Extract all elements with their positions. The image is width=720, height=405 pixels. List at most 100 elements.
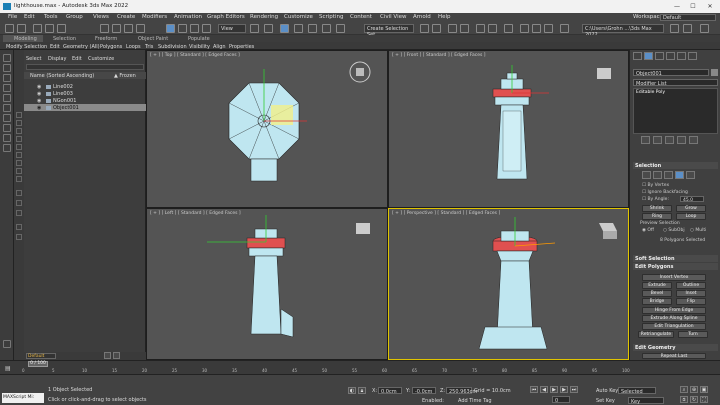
auto-key-button[interactable]: Auto Key xyxy=(596,388,618,394)
pivot-center-icon[interactable] xyxy=(250,24,259,33)
outline-button[interactable]: Outline xyxy=(676,282,706,289)
link-icon[interactable] xyxy=(33,24,42,33)
ribbon-align[interactable]: Align xyxy=(213,44,226,50)
filter-cameras-icon[interactable] xyxy=(16,136,22,142)
layer-add-icon[interactable] xyxy=(104,352,111,359)
by-angle-value[interactable]: 45.0 xyxy=(680,196,704,203)
filter-bones-icon[interactable] xyxy=(16,176,22,182)
filter-shapes-icon[interactable] xyxy=(16,120,22,126)
selection-set-dropdown[interactable]: Create Selection Set xyxy=(364,24,414,38)
filter-xrefs-icon[interactable] xyxy=(16,168,22,174)
go-to-start-icon[interactable]: ⏮ xyxy=(530,386,538,393)
scene-row-selected[interactable]: ◉ Object001 xyxy=(24,104,146,111)
place-icon[interactable] xyxy=(202,24,211,33)
ribbon-polygons[interactable]: Polygons xyxy=(100,44,122,50)
scene-row[interactable]: ◉ Line003 xyxy=(24,90,146,97)
create-helper-icon[interactable] xyxy=(3,124,11,132)
visibility-eye-icon[interactable]: ◉ xyxy=(37,84,43,90)
find-icon[interactable] xyxy=(16,234,22,240)
mirror-icon[interactable] xyxy=(420,24,429,33)
menu-civil-view[interactable]: Civil View xyxy=(380,14,406,20)
make-unique-icon[interactable] xyxy=(665,136,674,144)
orbit-icon[interactable]: ↻ xyxy=(690,396,698,403)
edit-named-selection-icon[interactable] xyxy=(336,24,345,33)
repeat-last-button[interactable]: Repeat Last xyxy=(642,353,706,359)
set-project-icon[interactable] xyxy=(683,24,692,33)
maxscript-listener[interactable]: MAXScript Mi: xyxy=(2,393,44,403)
pin-stack-icon[interactable] xyxy=(641,136,650,144)
create-cylinder-icon[interactable] xyxy=(3,74,11,82)
layer-explorer-icon[interactable] xyxy=(113,352,120,359)
create-box-icon[interactable] xyxy=(3,54,11,62)
reference-coordinate-dropdown[interactable]: View xyxy=(218,24,246,33)
maximize-viewport-icon[interactable]: ⛶ xyxy=(700,396,708,403)
ignore-backfacing-checkbox[interactable]: ☐ Ignore Backfacing xyxy=(642,190,688,195)
project-folder-icon[interactable] xyxy=(670,24,679,33)
ribbon-edit[interactable]: Edit xyxy=(50,44,60,50)
bind-space-warp-icon[interactable] xyxy=(57,24,66,33)
create-tab-icon[interactable] xyxy=(633,52,642,60)
percent-snap-icon[interactable] xyxy=(308,24,317,33)
object-name-field[interactable]: Object001 xyxy=(633,69,709,77)
selection-lock-icon[interactable]: 🔒︎ xyxy=(358,387,366,394)
object-color-swatch[interactable] xyxy=(711,69,718,76)
timeline[interactable]: 0 5 10 15 20 25 30 35 40 45 50 55 60 65 70 75 80 85 90 95 10… xyxy=(0,360,720,374)
menu-help[interactable]: Help xyxy=(438,14,451,20)
select-object-icon[interactable] xyxy=(100,24,109,33)
play-icon[interactable]: ▶ xyxy=(550,386,558,393)
extrude-along-spline-button[interactable]: Extrude Along Spline xyxy=(642,315,706,322)
utilities-tab-icon[interactable] xyxy=(688,52,697,60)
configure-sets-icon[interactable] xyxy=(689,136,698,144)
menu-content[interactable]: Content xyxy=(350,14,372,20)
flip-button[interactable]: Flip xyxy=(676,298,706,305)
align-icon[interactable] xyxy=(432,24,441,33)
bevel-button[interactable]: Bevel xyxy=(642,290,672,297)
ribbon-properties[interactable]: Properties xyxy=(229,44,254,50)
modifier-list-dropdown[interactable]: Modifier List xyxy=(633,79,718,87)
visibility-eye-icon[interactable]: ◉ xyxy=(37,91,43,97)
create-plane-icon[interactable] xyxy=(3,84,11,92)
time-tag-enabled[interactable]: Enabled: xyxy=(422,398,444,404)
remove-modifier-icon[interactable] xyxy=(677,136,686,144)
menu-tools[interactable]: Tools xyxy=(44,14,58,20)
scale-icon[interactable] xyxy=(190,24,199,33)
insert-vertex-button[interactable]: Insert Vertex xyxy=(642,274,706,281)
redo-icon[interactable] xyxy=(17,24,26,33)
minimize-button[interactable]: — xyxy=(672,3,682,10)
go-to-end-icon[interactable]: ⏭ xyxy=(570,386,578,393)
border-mode-icon[interactable] xyxy=(664,171,673,179)
add-time-tag[interactable]: Add Time Tag xyxy=(458,398,492,404)
menu-file[interactable]: File xyxy=(8,14,17,20)
visibility-eye-icon[interactable]: ◉ xyxy=(37,105,43,111)
create-light-icon[interactable] xyxy=(3,104,11,112)
active-layer-dropdown[interactable]: Default xyxy=(26,353,56,359)
edit-polygons-rollout-header[interactable]: Edit Polygons xyxy=(633,263,718,270)
element-mode-icon[interactable] xyxy=(686,171,695,179)
loop-button[interactable]: Loop xyxy=(676,213,706,220)
material-editor-icon[interactable] xyxy=(504,24,513,33)
undo-icon[interactable] xyxy=(5,24,14,33)
selection-rollout-header[interactable]: Selection xyxy=(633,162,718,169)
ribbon-subdivision[interactable]: Subdivision xyxy=(158,44,187,50)
scene-search-input[interactable] xyxy=(26,64,144,70)
menu-group[interactable]: Group xyxy=(66,14,83,20)
zoom-extents-icon[interactable]: ▣ xyxy=(700,386,708,393)
angle-snap-icon[interactable] xyxy=(294,24,303,33)
next-frame-icon[interactable]: ▶ xyxy=(560,386,568,393)
select-manipulate-icon[interactable] xyxy=(264,24,273,33)
vertex-mode-icon[interactable] xyxy=(642,171,651,179)
hinge-from-edge-button[interactable]: Hinge From Edge xyxy=(642,307,706,314)
unlink-icon[interactable] xyxy=(45,24,54,33)
zoom-all-icon[interactable]: ⊕ xyxy=(690,386,698,393)
by-vertex-checkbox[interactable]: ☐ By Vertex xyxy=(642,183,669,188)
visibility-eye-icon[interactable]: ◉ xyxy=(37,98,43,104)
column-frozen-header[interactable]: ▲ Frozen xyxy=(114,73,136,79)
create-spacewarp-icon[interactable] xyxy=(3,134,11,142)
y-coordinate-field[interactable]: -0.0cm xyxy=(412,387,436,395)
extrude-button[interactable]: Extrude xyxy=(642,282,672,289)
ribbon-modify-selection[interactable]: Modify Selection xyxy=(6,44,47,50)
scene-row[interactable]: ◉ NGon001 xyxy=(24,97,146,104)
spinner-snap-icon[interactable] xyxy=(322,24,331,33)
z-coordinate-field[interactable]: 250.963cm xyxy=(446,387,477,395)
polygon-mode-icon[interactable] xyxy=(675,171,684,179)
